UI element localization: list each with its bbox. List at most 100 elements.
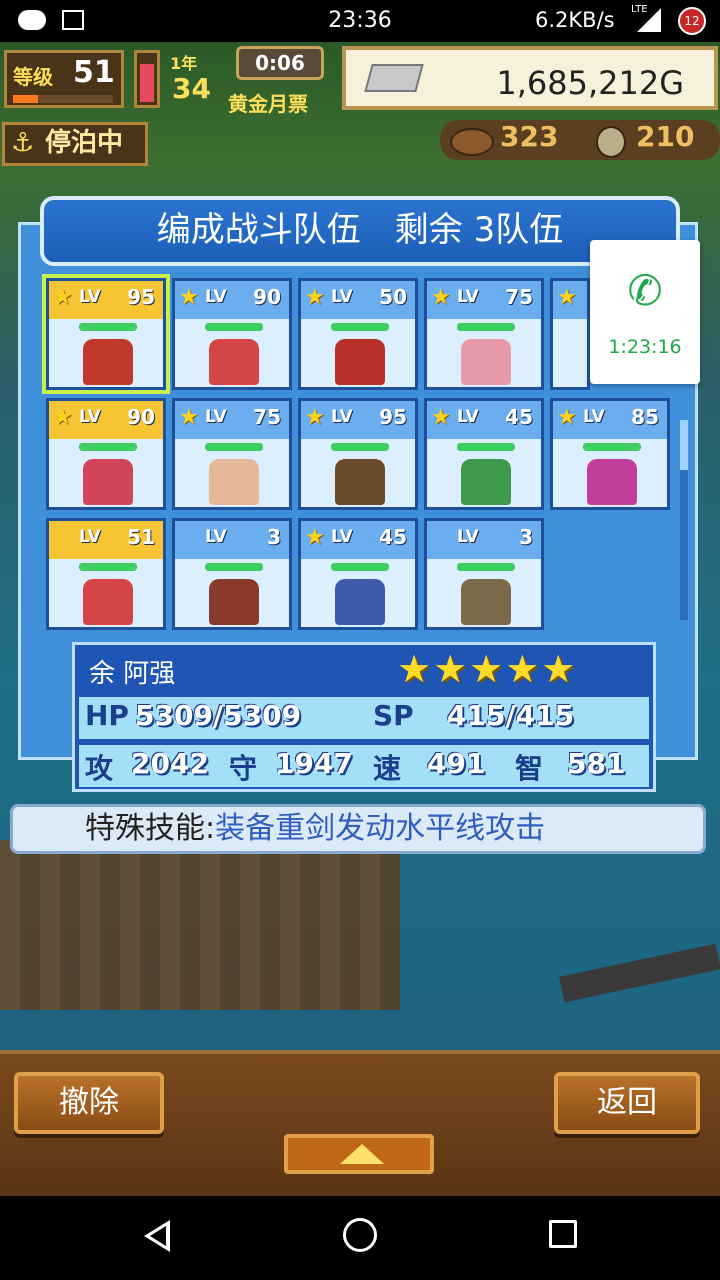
- card-lv-label: LV: [79, 407, 101, 427]
- card-lv-label: LV: [457, 287, 479, 307]
- stamina-gauge: [134, 50, 160, 108]
- character-card[interactable]: ★ LV 90: [46, 398, 166, 510]
- anchor-icon: ⚓: [11, 128, 35, 158]
- sp-label: SP: [373, 699, 414, 732]
- moored-status: ⚓ 停泊中: [2, 122, 148, 166]
- status-bar: 23:36 6.2KB/s LTE 12: [0, 0, 720, 42]
- rank-stars: ★★★★★: [397, 647, 578, 691]
- card-lv-label: LV: [205, 527, 227, 547]
- money-panel: 1,685,212G: [342, 46, 718, 110]
- star-icon: ★: [53, 405, 73, 430]
- card-lv-label: LV: [79, 287, 101, 307]
- nav-home-icon[interactable]: [343, 1218, 377, 1252]
- card-level: 90: [253, 285, 281, 309]
- card-level: 45: [379, 525, 407, 549]
- card-lv-label: LV: [583, 407, 605, 427]
- medal-icon: [596, 126, 626, 158]
- game-clock: 0:06: [236, 46, 324, 80]
- character-sprite: [83, 459, 133, 505]
- character-card[interactable]: ★: [550, 278, 590, 390]
- card-lv-label: LV: [457, 527, 479, 547]
- character-card[interactable]: ★ LV 45: [424, 398, 544, 510]
- character-card[interactable]: ★ LV 95: [42, 274, 170, 394]
- star-icon: ★: [305, 405, 325, 430]
- attack-label: 攻: [85, 752, 114, 785]
- card-level: 50: [379, 285, 407, 309]
- network-speed: 6.2KB/s: [535, 8, 615, 32]
- star-icon: ★: [305, 285, 325, 310]
- character-card[interactable]: LV 3: [172, 518, 292, 630]
- signal-icon: [637, 8, 661, 32]
- card-level: 75: [505, 285, 533, 309]
- hp-label: HP: [85, 699, 129, 732]
- card-level: 75: [253, 405, 281, 429]
- level-value: 51: [73, 55, 115, 90]
- character-info: 余 阿强 ★★★★★ HP 5309/5309 SP 415/415 攻 204…: [72, 642, 656, 792]
- card-scrollbar[interactable]: [680, 420, 688, 620]
- card-lv-label: LV: [79, 527, 101, 547]
- character-sprite: [209, 579, 259, 625]
- food-icon: [450, 128, 494, 156]
- character-card[interactable]: ★ LV 75: [172, 398, 292, 510]
- card-hp-bar: [205, 443, 263, 451]
- character-name: 余 阿强: [89, 659, 176, 689]
- stat-row-attrs: 攻 2042 守 1947 速 491 智 581: [79, 745, 649, 787]
- character-sprite: [461, 459, 511, 505]
- character-sprite: [587, 459, 637, 505]
- card-lv-label: LV: [205, 407, 227, 427]
- resource-1-value: 323: [500, 120, 559, 153]
- card-level: 3: [267, 525, 281, 549]
- card-hp-bar: [457, 323, 515, 331]
- character-card[interactable]: LV 3: [424, 518, 544, 630]
- character-sprite: [209, 459, 259, 505]
- character-card[interactable]: ★ LV 50: [298, 278, 418, 390]
- arrow-up-icon: [340, 1144, 384, 1164]
- star-icon: ★: [53, 285, 73, 310]
- star-icon: ★: [305, 525, 325, 550]
- sp-value: 415/415: [447, 699, 575, 732]
- card-hp-bar: [331, 443, 389, 451]
- character-card[interactable]: ★ LV 95: [298, 398, 418, 510]
- star-icon: ★: [431, 285, 451, 310]
- character-card[interactable]: ★ LV 75: [424, 278, 544, 390]
- character-sprite: [335, 339, 385, 385]
- card-lv-label: LV: [331, 287, 353, 307]
- panel-title: 编成战斗队伍 剩余 3队伍: [40, 196, 680, 266]
- nav-recents-icon[interactable]: [549, 1220, 577, 1248]
- star-icon: ★: [557, 405, 577, 430]
- defense-value: 1947: [275, 747, 353, 780]
- character-card[interactable]: ★ LV 85: [550, 398, 670, 510]
- card-hp-bar: [79, 323, 137, 331]
- notification-badge: 12: [678, 7, 706, 35]
- star-icon: ★: [179, 285, 199, 310]
- year-panel: 1年 34: [166, 50, 230, 108]
- hp-value: 5309/5309: [135, 699, 302, 732]
- year-value: 34: [172, 72, 211, 105]
- star-icon: ★: [557, 285, 577, 310]
- card-lv-label: LV: [457, 407, 479, 427]
- card-hp-bar: [79, 563, 137, 571]
- money-value: 1,685,212G: [496, 64, 684, 102]
- month-label: 黄金月票: [228, 92, 308, 116]
- intellect-label: 智: [515, 752, 544, 785]
- call-duration: 1:23:16: [608, 336, 682, 358]
- skill-label: 特殊技能:: [85, 811, 216, 846]
- attack-value: 2042: [131, 747, 209, 780]
- resource-2-value: 210: [636, 120, 695, 153]
- character-sprite: [461, 579, 511, 625]
- character-card[interactable]: ★ LV 45: [298, 518, 418, 630]
- card-hp-bar: [331, 563, 389, 571]
- remove-button[interactable]: 撤除: [14, 1072, 164, 1134]
- card-hp-bar: [331, 323, 389, 331]
- card-level: 45: [505, 405, 533, 429]
- back-button[interactable]: 返回: [554, 1072, 700, 1134]
- expand-up-button[interactable]: [284, 1134, 434, 1174]
- special-skill: 特殊技能:装备重剑发动水平线攻击: [10, 804, 706, 854]
- intellect-value: 581: [567, 747, 626, 780]
- call-floating-widget[interactable]: ✆ 1:23:16: [590, 240, 700, 384]
- character-card[interactable]: LV 51: [46, 518, 166, 630]
- card-hp-bar: [205, 563, 263, 571]
- defense-label: 守: [229, 752, 258, 785]
- resource-bar: 323 210: [440, 120, 720, 160]
- character-card[interactable]: ★ LV 90: [172, 278, 292, 390]
